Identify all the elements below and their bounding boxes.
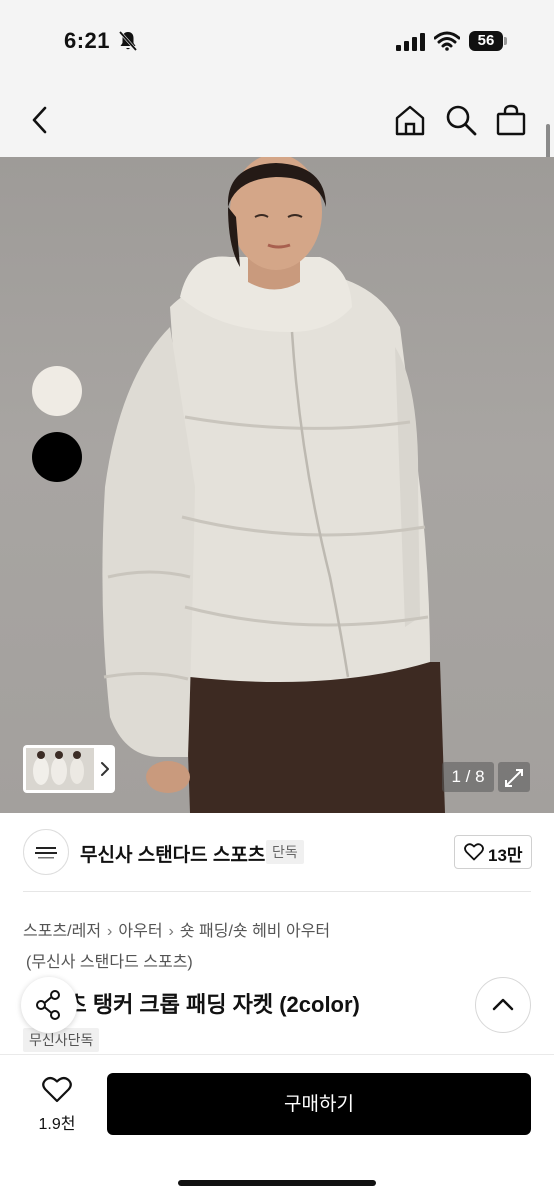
breadcrumb: 스포츠/레저 › 아우터 › 숏 패딩/숏 헤비 아우터 [23, 917, 330, 941]
share-icon [36, 990, 60, 1020]
brand-name[interactable]: 무신사 스탠다드 스포츠 [80, 840, 265, 867]
bell-off-icon [118, 31, 138, 51]
chevron-right-icon: › [168, 923, 174, 940]
buy-button[interactable]: 구매하기 [107, 1073, 531, 1135]
product-brand-line: (무신사 스탠다드 스포츠) [26, 954, 193, 971]
battery-level: 56 [469, 31, 503, 51]
back-icon[interactable] [24, 103, 58, 137]
image-page-indicator: 1 / 8 [442, 762, 494, 792]
color-swatch-ivory[interactable] [32, 366, 82, 416]
color-swatch-black[interactable] [32, 432, 82, 482]
breadcrumb-item[interactable]: 숏 패딩/숏 헤비 아우터 [180, 923, 330, 940]
brand-like-button[interactable]: 13만 [454, 835, 532, 869]
status-time: 6:21 [64, 28, 111, 53]
brand-exclusive-tag: 단독 [266, 840, 304, 864]
battery-indicator: 56 [469, 31, 509, 51]
brand-like-count: 13만 [488, 846, 523, 865]
product-image[interactable] [0, 157, 554, 813]
product-photo-illustration [102, 157, 445, 813]
brand-logo-mark [35, 847, 57, 859]
share-button[interactable] [21, 977, 77, 1033]
expand-image-button[interactable] [498, 762, 530, 792]
shopping-bag-icon[interactable] [494, 103, 528, 137]
chevron-up-icon [492, 998, 514, 1011]
scroll-top-button[interactable] [475, 977, 531, 1033]
thumbnail-images [26, 748, 109, 790]
home-icon[interactable] [393, 103, 427, 137]
thumbnail-strip[interactable] [23, 745, 115, 793]
heart-outline-icon [42, 1077, 72, 1103]
wishlist-count: 1.9천 [38, 1116, 76, 1133]
breadcrumb-item[interactable]: 스포츠/레저 [23, 923, 101, 940]
brand-logo[interactable] [23, 829, 69, 875]
search-icon[interactable] [444, 103, 478, 137]
expand-icon [505, 769, 523, 787]
signal-icon [396, 33, 425, 51]
home-indicator [178, 1180, 376, 1186]
breadcrumb-item[interactable]: 아우터 [118, 923, 162, 940]
heart-outline-icon [464, 843, 484, 861]
wifi-icon [434, 31, 460, 51]
divider [23, 891, 531, 892]
wishlist-button[interactable]: 1.9천 [30, 1074, 84, 1134]
battery-tip [504, 37, 507, 45]
chevron-right-icon: › [107, 923, 113, 940]
